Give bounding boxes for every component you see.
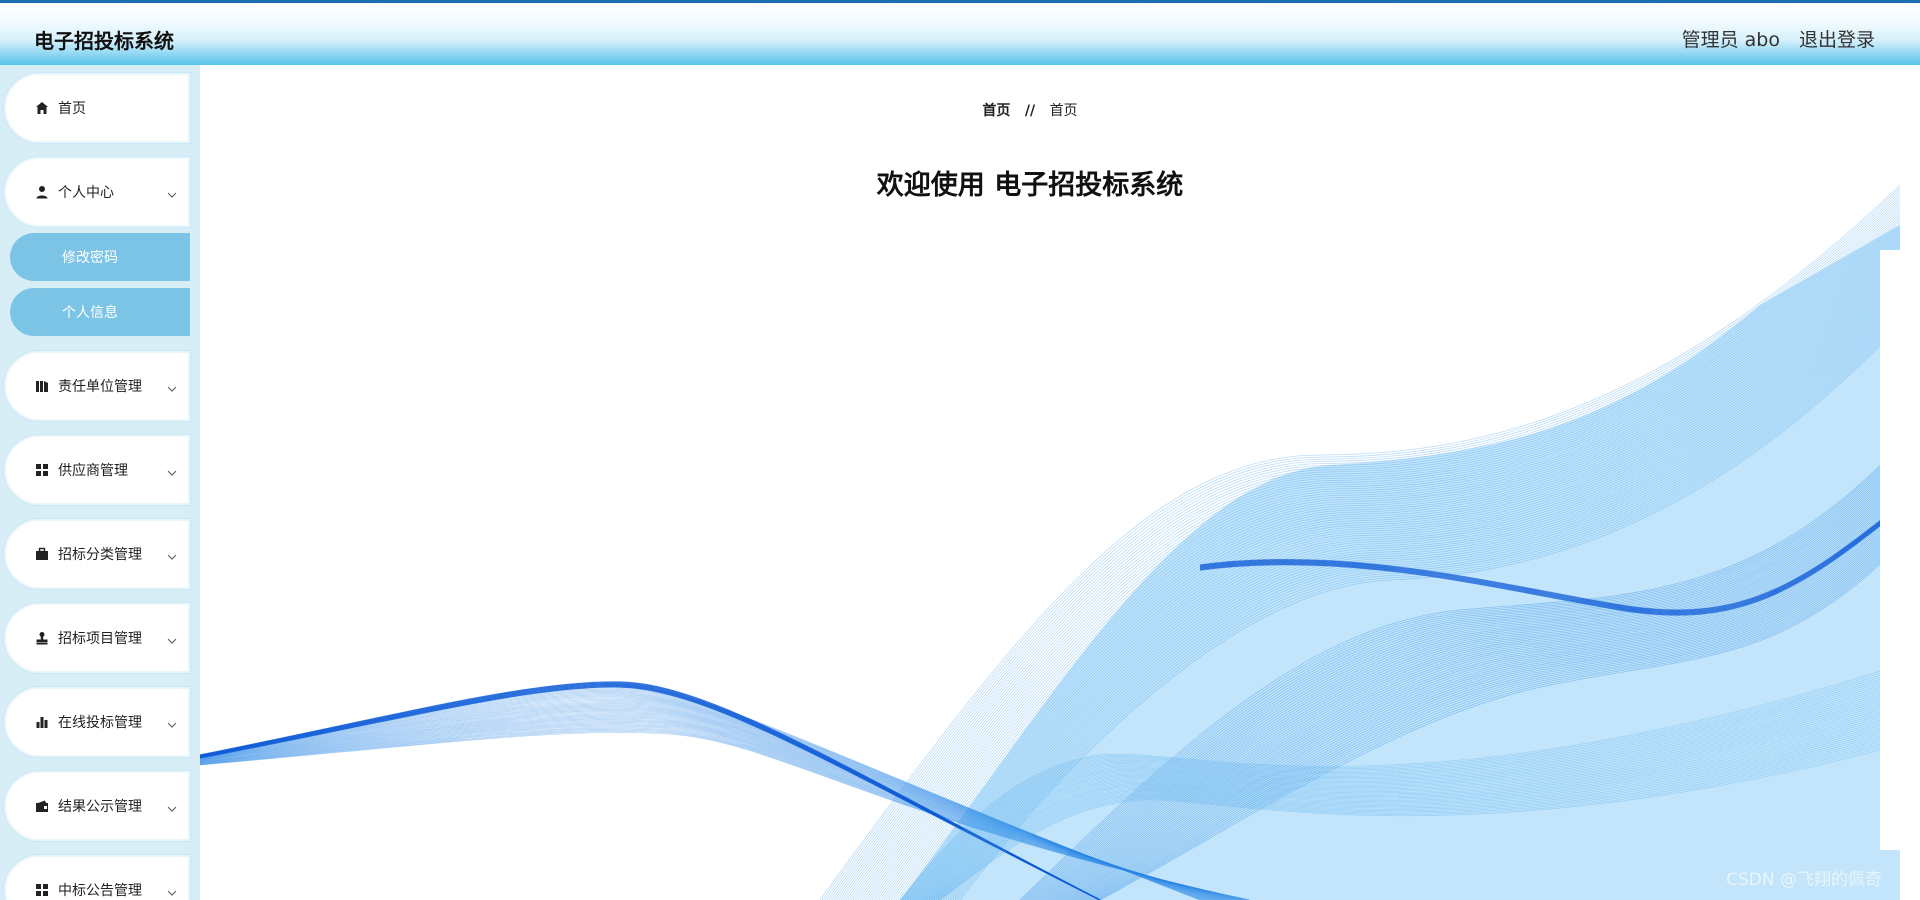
breadcrumb-current: 首页	[1049, 103, 1078, 119]
sidebar-item-personal-center[interactable]: 个人中心	[4, 157, 190, 227]
chevron-down-icon	[166, 884, 178, 896]
chevron-down-icon	[166, 716, 178, 728]
sidebar-item-result-publicity-management[interactable]: 结果公示管理	[4, 771, 190, 841]
sidebar-item-label: 在线投标管理	[58, 715, 142, 731]
sidebar: 首页 个人中心 修改密码 个人信息 责任单位管理 供应商管理 招标分类管理 招标…	[0, 65, 200, 900]
sidebar-item-label: 个人中心	[58, 185, 114, 201]
sidebar-item-bid-category-management[interactable]: 招标分类管理	[4, 519, 190, 589]
sidebar-item-label: 责任单位管理	[58, 379, 142, 395]
current-user-label: 管理员 abo	[1681, 29, 1780, 51]
welcome-title: 欢迎使用 电子招投标系统	[876, 170, 1184, 201]
submenu-item-label: 修改密码	[62, 250, 118, 266]
sidebar-item-label: 结果公示管理	[58, 799, 142, 815]
watermark: CSDN @飞翔的佩奇	[1726, 870, 1882, 890]
chevron-down-icon	[166, 380, 178, 392]
sidebar-item-label: 招标项目管理	[58, 631, 142, 647]
chevron-down-icon	[166, 186, 178, 198]
breadcrumb: 首页 // 首页	[200, 100, 1860, 120]
chevron-down-icon	[166, 632, 178, 644]
sidebar-item-award-announcement-management[interactable]: 中标公告管理	[4, 855, 190, 900]
breadcrumb-home-link[interactable]: 首页	[982, 103, 1010, 119]
sidebar-item-label: 供应商管理	[58, 463, 128, 479]
submenu-item-label: 个人信息	[62, 305, 118, 321]
user-icon	[34, 184, 50, 200]
chevron-down-icon	[166, 464, 178, 476]
main-content: 首页 // 首页 欢迎使用 电子招投标系统 CSDN @飞翔的佩奇	[200, 65, 1900, 900]
grid-icon	[34, 462, 50, 478]
grid-icon	[34, 882, 50, 898]
home-icon	[34, 100, 50, 116]
submenu-item-change-password[interactable]: 修改密码	[10, 233, 190, 281]
briefcase-icon	[34, 546, 50, 562]
wallet-icon	[34, 798, 50, 814]
building-icon	[34, 378, 50, 394]
sidebar-item-label: 首页	[58, 101, 86, 117]
sidebar-item-label: 中标公告管理	[58, 883, 142, 899]
sidebar-item-responsible-unit-management[interactable]: 责任单位管理	[4, 351, 190, 421]
top-header: 电子招投标系统 管理员 abo 退出登录	[0, 0, 1920, 65]
bar-chart-icon	[34, 714, 50, 730]
chevron-down-icon	[166, 548, 178, 560]
sidebar-item-home[interactable]: 首页	[4, 73, 190, 143]
sidebar-item-supplier-management[interactable]: 供应商管理	[4, 435, 190, 505]
submenu-item-personal-info[interactable]: 个人信息	[10, 288, 190, 336]
sidebar-item-bid-project-management[interactable]: 招标项目管理	[4, 603, 190, 673]
stamp-icon	[34, 630, 50, 646]
chevron-down-icon	[166, 800, 178, 812]
sidebar-item-online-bidding-management[interactable]: 在线投标管理	[4, 687, 190, 757]
content-edge	[1880, 250, 1900, 850]
app-title: 电子招投标系统	[34, 29, 174, 53]
breadcrumb-separator: //	[1024, 103, 1036, 119]
logout-button[interactable]: 退出登录	[1799, 25, 1875, 52]
sidebar-item-label: 招标分类管理	[58, 547, 142, 563]
